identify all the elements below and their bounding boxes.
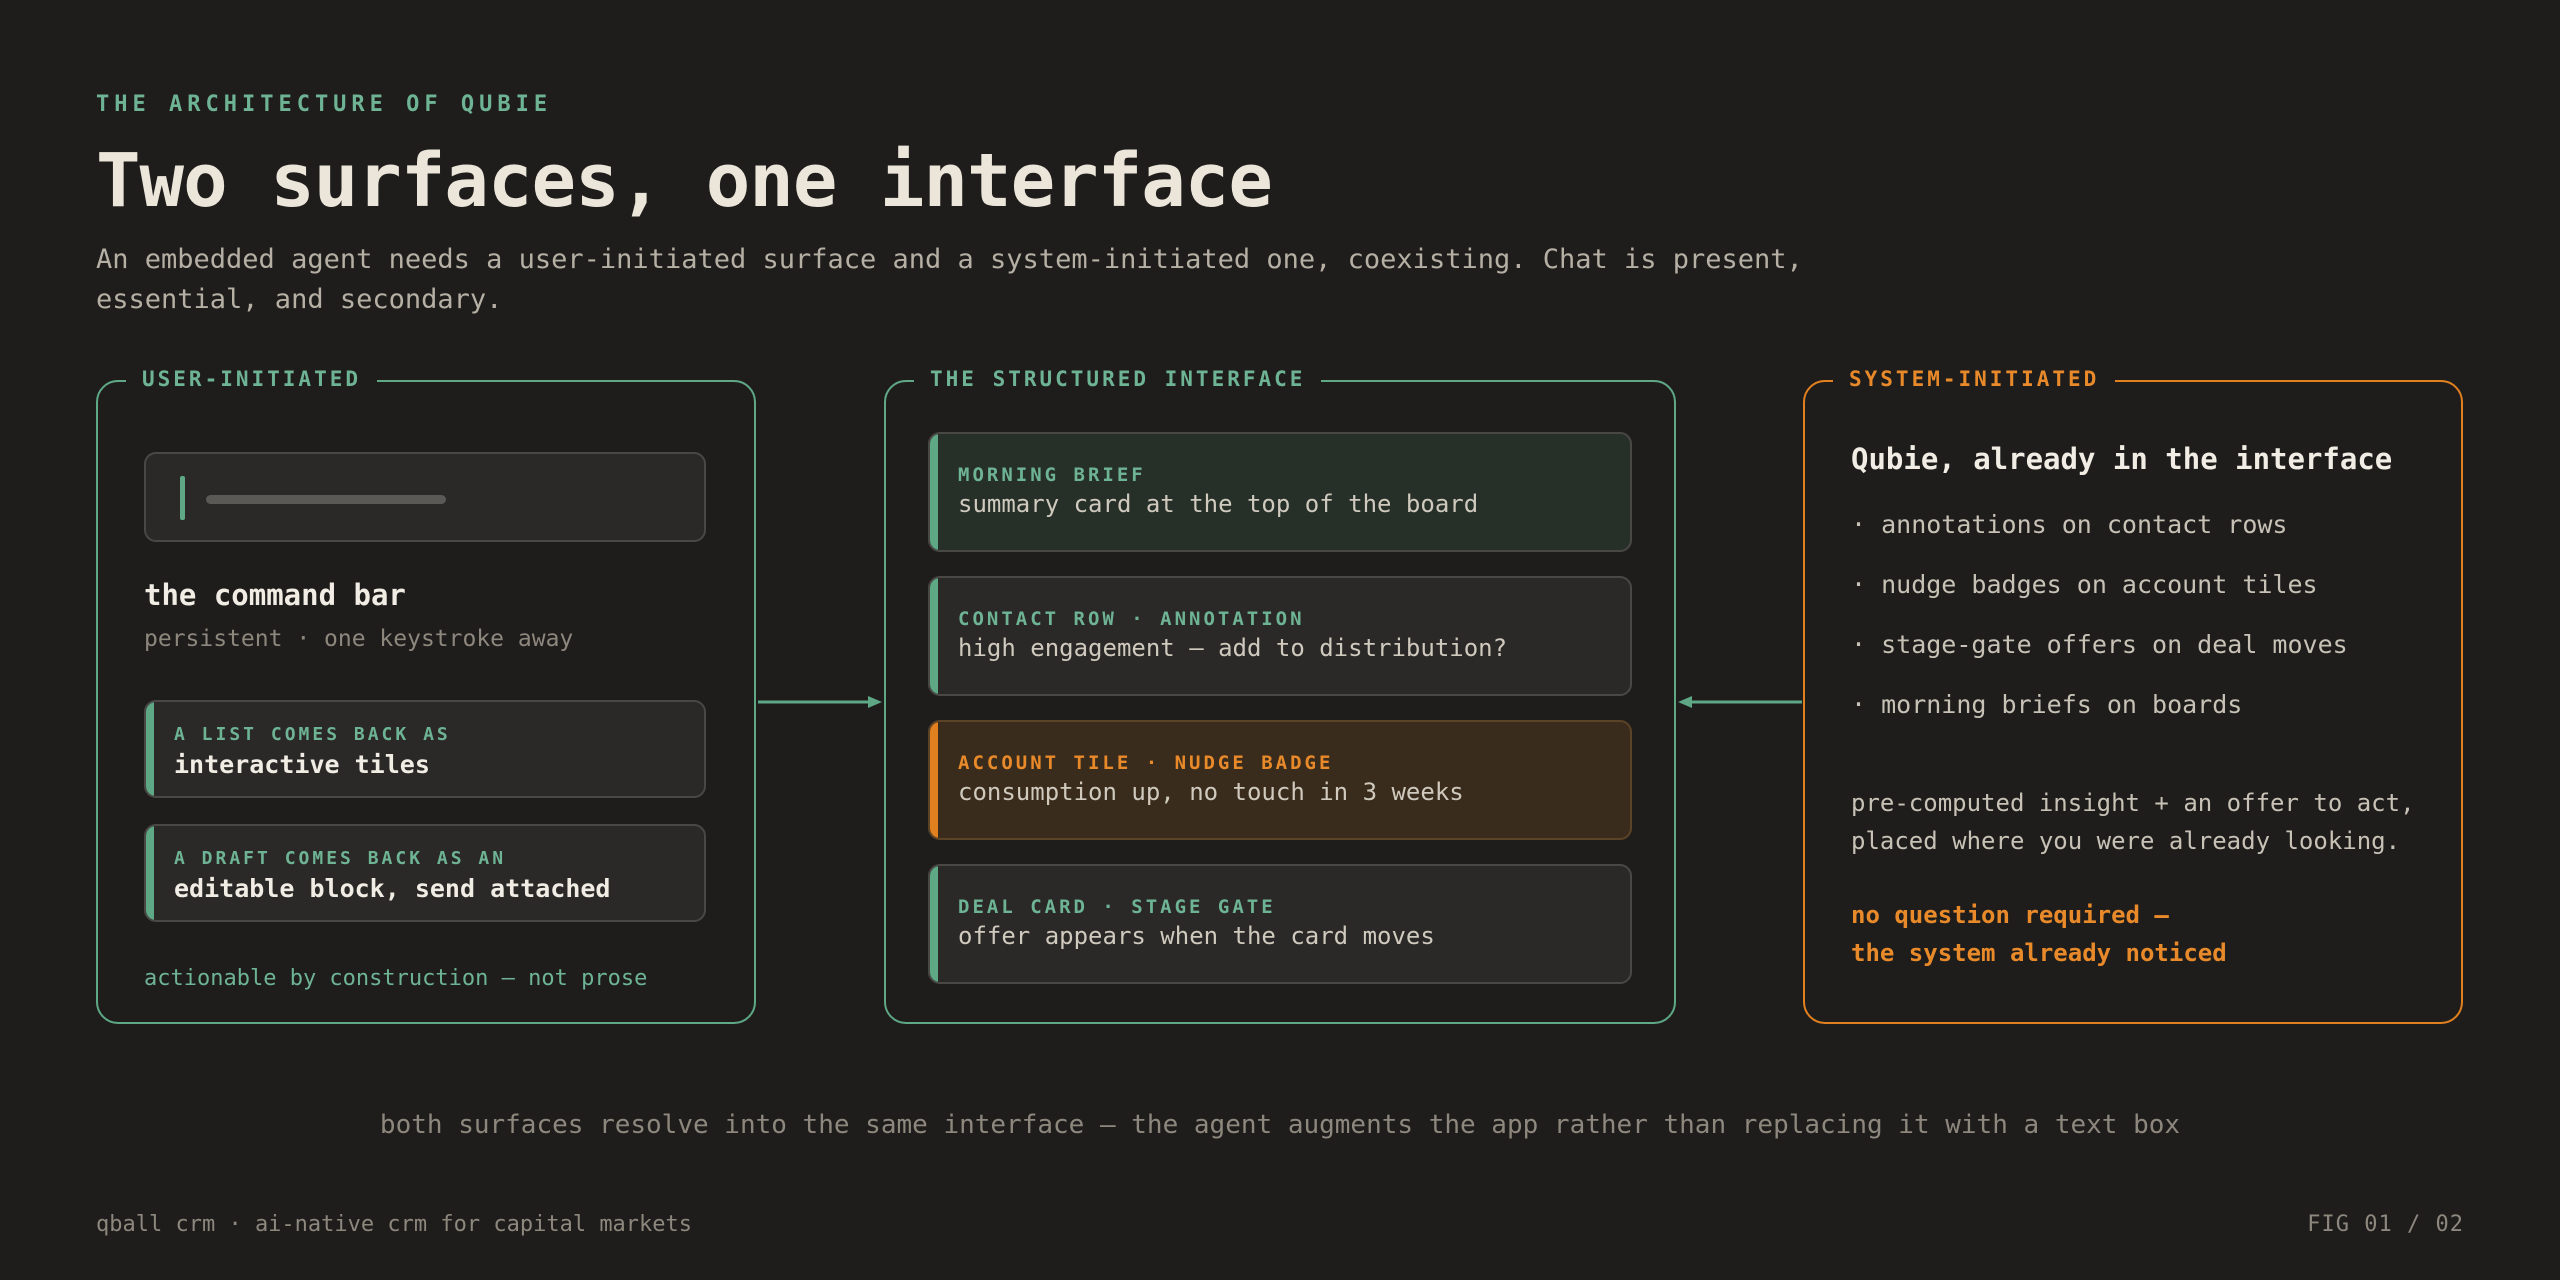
list-item: · nudge badges on account tiles bbox=[1851, 570, 2318, 599]
tile-text: interactive tiles bbox=[174, 750, 430, 779]
list-item: · stage-gate offers on deal moves bbox=[1851, 630, 2348, 659]
card-eyebrow: DEAL CARD · STAGE GATE bbox=[958, 896, 1276, 918]
list-item: · morning briefs on boards bbox=[1851, 690, 2243, 719]
arrow-left-icon bbox=[1678, 696, 1802, 708]
list-item: · annotations on contact rows bbox=[1851, 510, 2288, 539]
card-deal-card: DEAL CARD · STAGE GATE offer appears whe… bbox=[928, 864, 1632, 984]
placeholder-line bbox=[206, 495, 446, 504]
structured-interface-panel: THE STRUCTURED INTERFACE MORNING BRIEF s… bbox=[884, 367, 1676, 1024]
tile-interactive-tiles: A LIST COMES BACK AS interactive tiles bbox=[144, 700, 706, 798]
user-initiated-panel: USER-INITIATED the command bar persisten… bbox=[96, 367, 756, 1024]
tile-eyebrow: A DRAFT COMES BACK AS AN bbox=[174, 848, 507, 869]
tile-editable-block: A DRAFT COMES BACK AS AN editable block,… bbox=[144, 824, 706, 922]
card-eyebrow: MORNING BRIEF bbox=[958, 464, 1146, 486]
card-morning-brief: MORNING BRIEF summary card at the top of… bbox=[928, 432, 1632, 552]
command-bar-subtitle: persistent · one keystroke away bbox=[144, 626, 574, 652]
system-panel-accent: no question required — the system alread… bbox=[1851, 896, 2431, 972]
user-panel-footer: actionable by construction — not prose bbox=[144, 966, 648, 991]
figure-canvas: THE ARCHITECTURE OF QUBIE Two surfaces, … bbox=[0, 0, 2560, 1280]
panel-label: SYSTEM-INITIATED bbox=[1833, 367, 2116, 391]
card-text: offer appears when the card moves bbox=[958, 922, 1435, 950]
brand-footer: qball crm · ai-native crm for capital ma… bbox=[96, 1212, 693, 1237]
card-contact-row: CONTACT ROW · ANNOTATION high engagement… bbox=[928, 576, 1632, 696]
card-text: summary card at the top of the board bbox=[958, 490, 1479, 518]
figure-number: FIG 01 / 02 bbox=[2307, 1212, 2464, 1237]
command-bar-input[interactable] bbox=[144, 452, 706, 542]
tile-text: editable block, send attached bbox=[174, 874, 611, 903]
accent-line: no question required — bbox=[1851, 901, 2169, 929]
panel-label: THE STRUCTURED INTERFACE bbox=[914, 367, 1322, 391]
card-eyebrow: ACCOUNT TILE · NUDGE BADGE bbox=[958, 752, 1334, 774]
eyebrow: THE ARCHITECTURE OF QUBIE bbox=[96, 92, 553, 117]
system-panel-title: Qubie, already in the interface bbox=[1851, 442, 2393, 476]
command-bar-title: the command bar bbox=[144, 578, 406, 612]
page-subtitle: An embedded agent needs a user-initiated… bbox=[96, 244, 1803, 315]
card-text: consumption up, no touch in 3 weeks bbox=[958, 778, 1464, 806]
system-panel-body: pre-computed insight + an offer to act, … bbox=[1851, 789, 2415, 855]
card-account-tile: ACCOUNT TILE · NUDGE BADGE consumption u… bbox=[928, 720, 1632, 840]
figure-caption: both surfaces resolve into the same inte… bbox=[379, 1110, 2181, 1140]
panel-label: USER-INITIATED bbox=[126, 367, 378, 391]
system-initiated-panel: SYSTEM-INITIATED Qubie, already in the i… bbox=[1803, 367, 2463, 1024]
accent-line: the system already noticed bbox=[1851, 939, 2227, 967]
arrow-right-icon bbox=[758, 696, 882, 708]
tile-eyebrow: A LIST COMES BACK AS bbox=[174, 724, 451, 745]
page-title: Two surfaces, one interface bbox=[96, 138, 1273, 224]
card-text: high engagement — add to distribution? bbox=[958, 634, 1508, 662]
system-feature-list: · annotations on contact rows · nudge ba… bbox=[1851, 510, 2348, 750]
text-cursor-icon bbox=[180, 476, 185, 520]
card-eyebrow: CONTACT ROW · ANNOTATION bbox=[958, 608, 1305, 630]
